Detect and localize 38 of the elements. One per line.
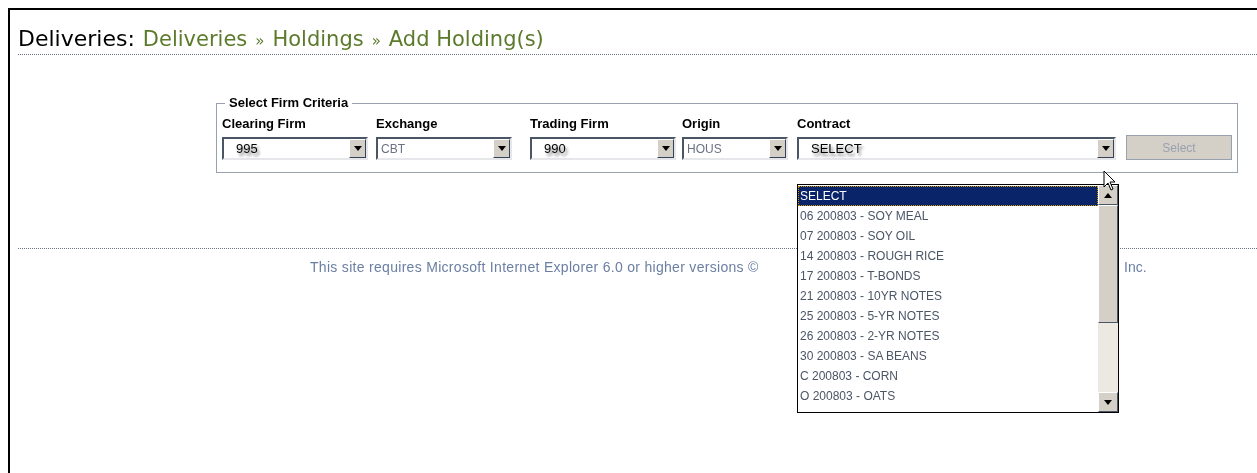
caret-icon <box>773 146 782 151</box>
scroll-thumb[interactable] <box>1098 205 1118 323</box>
dropdown-field[interactable]: SELECT <box>797 137 1116 160</box>
page-title: Deliveries: <box>18 25 135 53</box>
scrollbar[interactable] <box>1098 185 1118 412</box>
dropdown-option[interactable]: 06 200803 - SOY MEAL <box>798 206 1098 226</box>
caret-icon <box>661 146 670 151</box>
dropdown-option[interactable]: 21 200803 - 10YR NOTES <box>798 286 1098 306</box>
dropdown-option[interactable]: 25 200803 - 5-YR NOTES <box>798 306 1098 326</box>
dropdown-option[interactable]: 14 200803 - ROUGH RICE <box>798 246 1098 266</box>
field-label: Exchange <box>376 116 439 132</box>
breadcrumb-link[interactable]: Deliveries <box>142 24 248 56</box>
field-label: Trading Firm <box>530 116 610 132</box>
dropdown-field[interactable]: 990 <box>530 137 676 160</box>
footer-text: This site requires Microsoft Internet Explorer 6.0 or higher versions © <box>310 258 760 277</box>
scroll-down-button[interactable] <box>1098 392 1118 412</box>
field-label: Clearing Firm <box>222 116 307 132</box>
field-label: Origin <box>682 116 722 132</box>
dropdown-option[interactable]: C 200803 - CORN <box>798 366 1098 386</box>
breadcrumb-separator: » <box>255 31 265 52</box>
dropdown-option[interactable]: 26 200803 - 2-YR NOTES <box>798 326 1098 346</box>
dropdown-option[interactable]: O 200803 - OATS <box>798 386 1098 406</box>
caret-icon <box>1101 146 1110 151</box>
dropdown-option[interactable]: 17 200803 - T-BONDS <box>798 266 1098 286</box>
caret-icon <box>353 146 362 151</box>
down-arrow-icon <box>1104 399 1112 405</box>
caret-icon <box>497 146 506 151</box>
field-label: Contract <box>797 116 852 132</box>
dropdown-option[interactable]: 07 200803 - SOY OIL <box>798 226 1098 246</box>
scroll-up-button[interactable] <box>1098 185 1118 205</box>
breadcrumb-separator: » <box>371 31 381 52</box>
breadcrumb-link[interactable]: Holdings <box>272 24 364 56</box>
breadcrumb-link[interactable]: Add Holding(s) <box>388 24 544 56</box>
dropdown-field[interactable]: 995 <box>222 137 368 160</box>
dropdown-option[interactable]: SELECT <box>798 186 1098 206</box>
footer-text: Inc. <box>1124 258 1147 277</box>
up-arrow-icon <box>1104 192 1112 198</box>
dropdown-option[interactable]: 30 200803 - SA BEANS <box>798 346 1098 366</box>
